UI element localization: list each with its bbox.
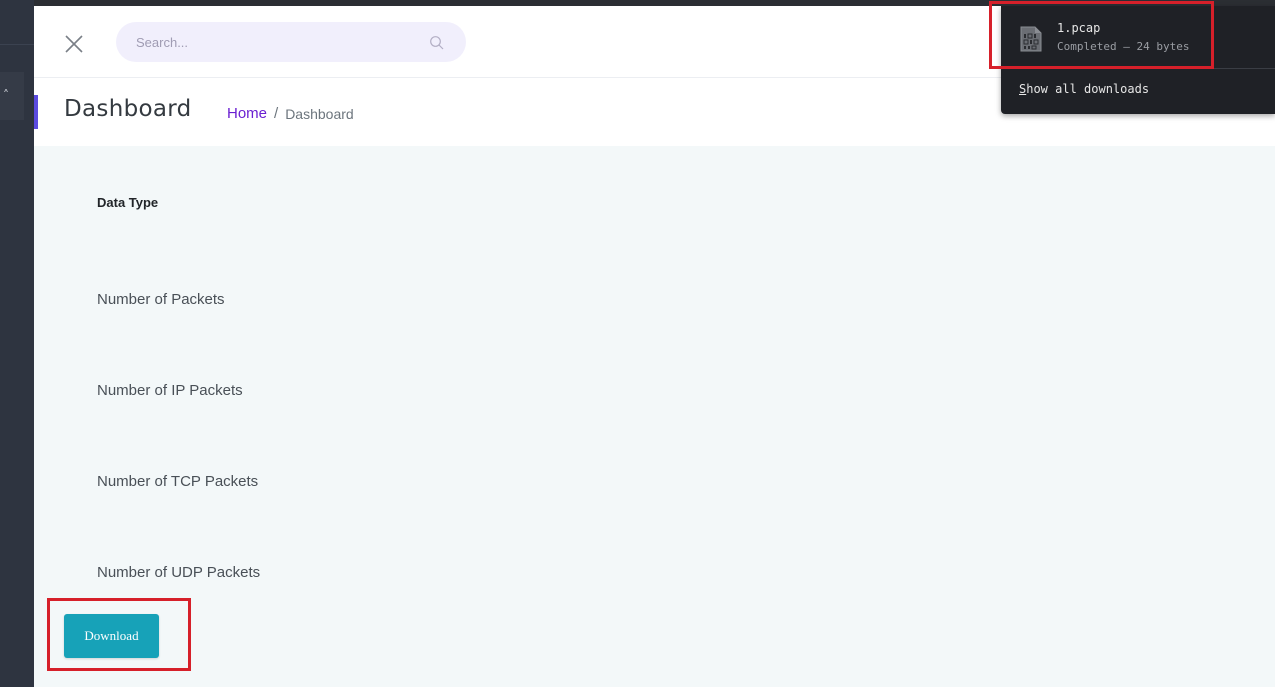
show-all-downloads-link[interactable]: Show all downloads [1019,82,1149,96]
table-row: Number of IP Packets [97,382,243,399]
table-row: Number of Packets [97,291,225,308]
download-filename: 1.pcap [1057,21,1101,35]
rail-divider [0,44,34,45]
page-title: Dashboard [64,96,192,122]
downloads-panel: 1.pcap Completed — 24 bytes Show all dow… [1001,6,1275,114]
download-item[interactable]: 1.pcap Completed — 24 bytes [1001,6,1275,68]
column-header-data-type: Data Type [97,195,159,210]
table-row: Number of UDP Packets [97,564,261,581]
breadcrumb: Home / Dashboard [227,105,354,122]
breadcrumb-current: Dashboard [285,105,354,122]
show-all-label: how all downloads [1026,82,1150,96]
left-rail: ˄ [0,0,34,687]
chevron-up-icon[interactable]: ˄ [0,86,12,104]
download-status: Completed — 24 bytes [1057,40,1190,53]
downloads-divider [1001,68,1275,69]
search-icon[interactable] [429,35,445,51]
content-area: Data Type Number of Packets Number of IP… [34,146,1275,687]
search-box [116,22,466,62]
close-icon[interactable] [62,32,86,56]
binary-file-icon [1020,26,1042,52]
breadcrumb-separator: / [274,105,279,122]
accent-bar [34,95,38,129]
table-row: Number of TCP Packets [97,473,259,490]
download-button[interactable]: Download [64,614,159,658]
search-input[interactable] [116,22,416,62]
breadcrumb-home-link[interactable]: Home [227,105,267,122]
